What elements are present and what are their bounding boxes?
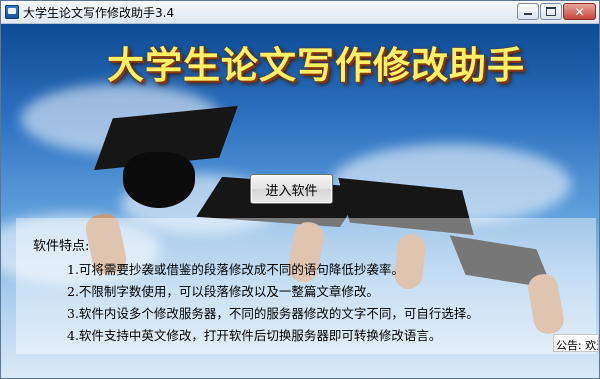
feature-item: 1.可将需要抄袭或借鉴的段落修改成不同的语句降低抄袭率。 bbox=[67, 262, 404, 277]
title-bar[interactable]: 大学生论文写作修改助手3.4 ✕ bbox=[1, 1, 599, 24]
banner-title: 大学生论文写作修改助手 bbox=[107, 43, 525, 87]
minimize-icon bbox=[524, 13, 532, 15]
feature-item: 3.软件内设多个修改服务器，不同的服务器修改的文字不同，可自行选择。 bbox=[67, 306, 479, 321]
maximize-button[interactable] bbox=[540, 3, 562, 20]
minimize-button[interactable] bbox=[517, 3, 539, 20]
feature-item: 4.软件支持中英文修改，打开软件后切换服务器即可转换修改语言。 bbox=[67, 328, 442, 343]
app-icon bbox=[5, 5, 19, 19]
app-window: 大学生论文写作修改助手3.4 ✕ 大学生论文写作修改助手 进入软件 软件特点: … bbox=[0, 0, 600, 379]
enter-software-button[interactable]: 进入软件 bbox=[250, 174, 333, 204]
window-title: 大学生论文写作修改助手3.4 bbox=[23, 6, 175, 20]
close-button[interactable]: ✕ bbox=[563, 3, 596, 20]
graduation-cap-base bbox=[123, 152, 195, 208]
maximize-icon bbox=[546, 7, 556, 16]
notice-ticker: 公告: 欢迎使 bbox=[553, 334, 599, 352]
feature-item: 2.不限制字数使用，可以段落修改以及一整篇文章修改。 bbox=[67, 284, 379, 299]
features-heading: 软件特点: bbox=[33, 239, 90, 254]
close-icon: ✕ bbox=[574, 4, 585, 19]
